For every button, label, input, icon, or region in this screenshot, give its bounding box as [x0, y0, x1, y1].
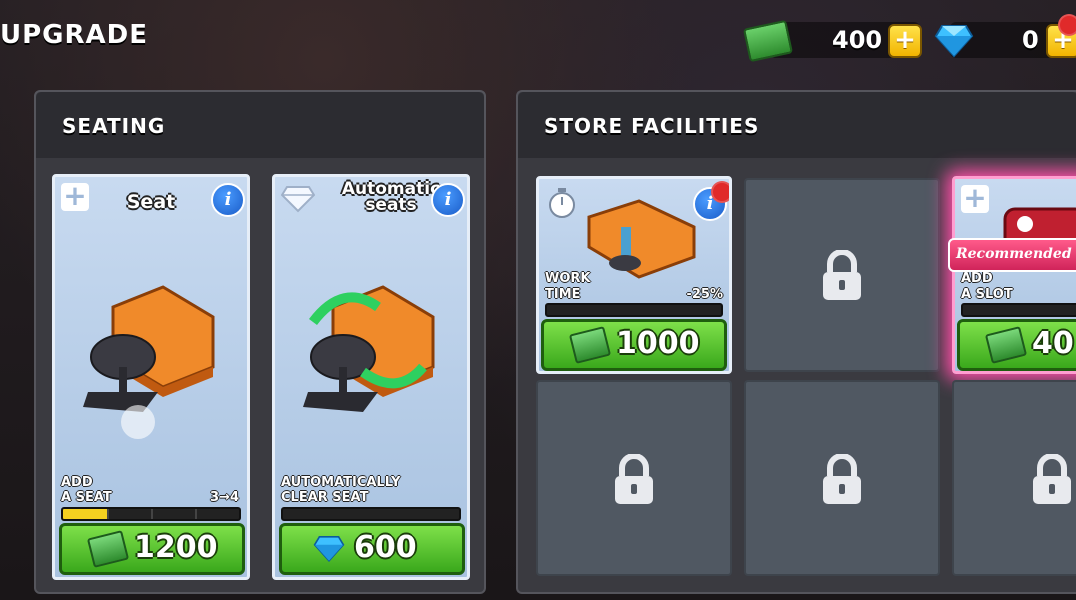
add-slot-price: 40 — [1032, 326, 1074, 361]
locked-slot — [744, 178, 940, 372]
seat-progress-bar — [61, 507, 241, 521]
buy-automatic-seats-button[interactable]: 600 — [279, 523, 465, 575]
cash-counter: 400 + — [770, 22, 922, 58]
auto-clean-seat-icon — [303, 285, 435, 412]
lock-icon — [615, 454, 653, 504]
work-time-desc-line2: TIME — [545, 287, 581, 302]
automatic-seats-progress-bar — [281, 507, 461, 521]
add-slot-desc-line1: ADD — [961, 271, 993, 286]
lock-icon — [823, 454, 861, 504]
gem-amount: 0 — [1022, 26, 1039, 54]
cash-icon — [86, 530, 130, 568]
add-slot-desc-line2: A SLOT — [961, 287, 1013, 302]
automatic-seats-desc-line1: AUTOMATICALLY — [281, 475, 401, 490]
locked-slot — [744, 380, 940, 576]
work-time-progress-bar — [545, 303, 723, 317]
facilities-header: STORE FACILITIES — [518, 92, 1076, 158]
facilities-title: STORE FACILITIES — [544, 114, 760, 138]
booth-seat-icon — [83, 285, 215, 412]
add-cash-button[interactable]: + — [888, 24, 922, 58]
seat-desc-line2: A SEAT — [61, 490, 112, 505]
recommended-badge: Recommended — [948, 238, 1076, 272]
stopwatch-icon — [549, 188, 575, 218]
seating-panel: SEATING + Seat i ADD A SEAT 3→4 1200 Aut… — [34, 90, 486, 594]
seat-level: 3→4 — [210, 490, 239, 505]
seat-price: 1200 — [134, 530, 218, 565]
work-time-card[interactable]: i WORK TIME -25% 1000 — [536, 176, 732, 374]
booth-seat-icon — [587, 199, 696, 279]
page-title: UPGRADE — [0, 20, 148, 50]
buy-add-slot-button[interactable]: 40 — [957, 319, 1076, 371]
plus-icon: + — [961, 184, 989, 213]
work-time-desc-line1: WORK — [545, 271, 591, 286]
lock-icon — [823, 250, 861, 300]
seating-title: SEATING — [62, 114, 166, 138]
buy-seat-button[interactable]: 1200 — [59, 523, 245, 575]
work-time-effect: -25% — [686, 287, 723, 302]
lock-icon — [1033, 454, 1071, 504]
buy-work-time-button[interactable]: 1000 — [541, 319, 727, 371]
notification-dot — [711, 181, 729, 203]
info-button[interactable]: i — [431, 183, 465, 217]
automatic-seats-card[interactable]: Automatic seats i AUTOMATICALLY CLEAR SE… — [272, 174, 470, 580]
info-button[interactable]: i — [211, 183, 245, 217]
work-time-price: 1000 — [616, 326, 700, 361]
diamond-outline-icon — [281, 186, 315, 213]
gem-icon — [313, 536, 345, 562]
automatic-seats-desc-line2: CLEAR SEAT — [281, 490, 369, 505]
seat-progress-fill — [63, 509, 107, 519]
locked-slot — [536, 380, 732, 576]
notification-dot — [1058, 14, 1076, 36]
seat-desc-line1: ADD — [61, 475, 93, 490]
seat-card[interactable]: + Seat i ADD A SEAT 3→4 1200 — [52, 174, 250, 580]
add-slot-progress-bar — [961, 303, 1076, 317]
cash-amount: 400 — [832, 26, 883, 54]
gem-icon — [934, 25, 974, 58]
add-slot-card[interactable]: + ADD A SLOT 40 — [952, 176, 1076, 374]
tap-indicator — [121, 405, 155, 439]
seating-header: SEATING — [36, 92, 484, 158]
cash-icon — [984, 326, 1028, 364]
locked-slot — [952, 380, 1076, 576]
automatic-seats-price: 600 — [354, 530, 417, 565]
cash-icon — [568, 326, 612, 364]
